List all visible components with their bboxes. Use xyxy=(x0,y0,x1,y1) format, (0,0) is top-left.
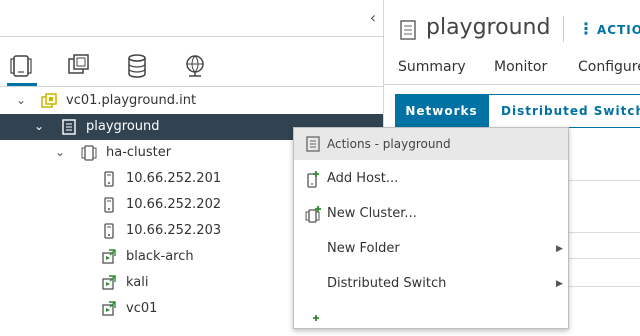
cluster-icon xyxy=(80,144,98,162)
menu-item-label: New Cluster... xyxy=(327,206,417,221)
more-vertical-icon: ⋮ xyxy=(578,19,595,38)
page-title: playground xyxy=(426,15,551,40)
menu-item-label: Distributed Switch xyxy=(327,276,447,291)
subtab-distributed-switches[interactable]: Distributed Switche xyxy=(488,94,640,128)
menu-item-add-host[interactable]: Add Host... xyxy=(294,162,568,196)
grid-line xyxy=(568,258,640,259)
divider xyxy=(563,16,564,42)
host-icon xyxy=(100,196,118,214)
datacenter-icon xyxy=(60,118,78,136)
tree-item-label: playground xyxy=(86,119,160,134)
actions-button[interactable]: ⋮ACTION xyxy=(578,16,640,42)
menu-item-new-folder[interactable]: New Folder ▶ xyxy=(294,232,568,266)
grid-line xyxy=(568,286,640,287)
hosts-and-clusters-icon[interactable] xyxy=(8,52,34,80)
tree-item-label: vc01.playground.int xyxy=(66,93,197,108)
submenu-arrow-icon: ▶ xyxy=(556,279,563,289)
menu-item-new-cluster[interactable]: New Cluster... xyxy=(294,197,568,231)
subtab-networks[interactable]: Networks xyxy=(395,94,488,128)
new-cluster-icon xyxy=(304,205,322,227)
tree-item-label: black-arch xyxy=(126,249,194,264)
tree-item-label: kali xyxy=(126,275,149,290)
menu-item-distributed-switch[interactable]: Distributed Switch ▶ xyxy=(294,267,568,301)
actions-label: ACTION xyxy=(597,23,640,37)
chevron-down-icon[interactable]: ⌄ xyxy=(53,144,67,160)
grid-line xyxy=(568,180,640,181)
host-icon xyxy=(100,222,118,240)
tree-item-label: 10.66.252.203 xyxy=(126,223,222,238)
tree-item-label: 10.66.252.202 xyxy=(126,197,222,212)
context-menu: Actions - playground Add Host... New Clu… xyxy=(293,127,569,329)
vms-and-templates-icon[interactable] xyxy=(66,52,92,80)
datacenter-icon xyxy=(398,19,418,45)
tree-item-label: vc01 xyxy=(126,301,158,316)
tab-summary[interactable]: Summary xyxy=(398,58,466,76)
menu-item-label: New Folder xyxy=(327,241,400,256)
context-menu-title: Actions - playground xyxy=(327,137,451,151)
add-icon xyxy=(304,310,322,332)
host-icon xyxy=(100,170,118,188)
divider xyxy=(384,84,640,85)
tree-item-label: 10.66.252.201 xyxy=(126,171,222,186)
add-host-icon xyxy=(304,170,322,192)
tree-item-vcenter[interactable]: ⌄ vc01.playground.int xyxy=(0,88,383,114)
vm-icon xyxy=(100,274,118,292)
submenu-arrow-icon: ▶ xyxy=(556,244,563,254)
grid-line xyxy=(568,232,640,233)
vm-icon xyxy=(100,248,118,266)
context-menu-header: Actions - playground xyxy=(294,128,568,160)
storage-icon[interactable] xyxy=(124,52,150,80)
datacenter-icon xyxy=(305,136,321,156)
tab-monitor[interactable]: Monitor xyxy=(494,58,547,76)
vm-icon xyxy=(100,300,118,318)
networking-icon[interactable] xyxy=(182,52,208,80)
menu-item-partial[interactable] xyxy=(294,302,568,336)
collapse-pane-icon[interactable]: ‹ xyxy=(366,8,380,28)
divider xyxy=(0,86,383,87)
menu-item-label: Add Host... xyxy=(327,171,399,186)
divider xyxy=(0,36,383,37)
tree-item-label: ha-cluster xyxy=(106,145,172,160)
tab-configure[interactable]: Configure xyxy=(578,58,640,76)
vcenter-icon xyxy=(40,92,58,110)
chevron-down-icon[interactable]: ⌄ xyxy=(14,92,28,108)
chevron-down-icon[interactable]: ⌄ xyxy=(32,118,46,134)
